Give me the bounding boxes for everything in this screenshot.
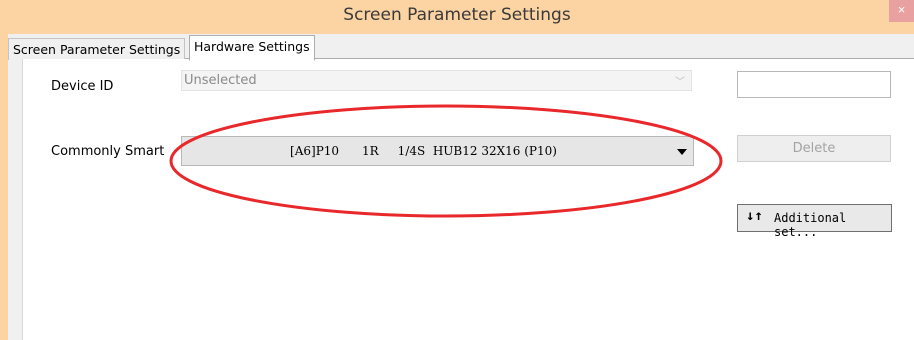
device-id-text-field[interactable] — [737, 71, 891, 98]
chevron-down-icon: ﹀ — [675, 77, 685, 88]
tab-hardware-settings[interactable]: Hardware Settings — [189, 35, 315, 61]
commonly-smart-select[interactable]: [A6]P10 1R 1/4S HUB12 32X16 (P10) — [181, 136, 694, 166]
commonly-smart-label: Commonly Smart — [51, 144, 165, 159]
settings-window: Screen Parameter Settings × Screen Param… — [0, 0, 914, 340]
dropdown-arrow-icon — [677, 149, 687, 155]
window-border — [0, 34, 8, 340]
hardware-settings-panel — [22, 59, 914, 340]
tab-screen-parameter-settings[interactable]: Screen Parameter Settings — [8, 38, 186, 60]
additional-settings-label: Additional set... — [774, 211, 847, 239]
device-id-label: Device ID — [51, 79, 114, 94]
additional-settings-button[interactable]: ↓↑ Additional set... — [737, 204, 892, 239]
delete-button[interactable]: Delete — [737, 135, 891, 162]
device-id-select[interactable]: Unselected ﹀ — [181, 70, 692, 91]
title-bar[interactable]: Screen Parameter Settings × — [0, 0, 914, 34]
close-button[interactable]: × — [889, 0, 914, 22]
window-title: Screen Parameter Settings — [343, 5, 571, 25]
commonly-smart-value: [A6]P10 1R 1/4S HUB12 32X16 (P10) — [290, 144, 557, 158]
up-down-arrows-icon: ↓↑ — [746, 208, 763, 224]
device-id-value: Unselected — [184, 73, 257, 88]
